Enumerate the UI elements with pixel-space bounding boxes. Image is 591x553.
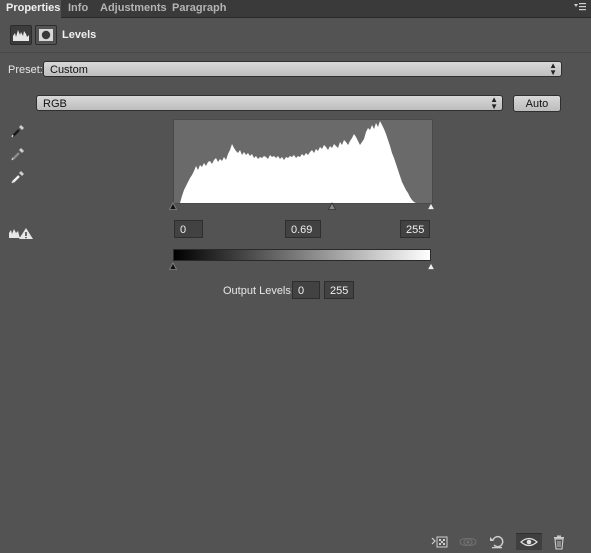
output-white-field[interactable]: 255 xyxy=(324,281,354,299)
chevron-updown-icon: ▲ ▼ xyxy=(490,95,498,111)
output-levels-label: Output Levels: xyxy=(223,285,294,297)
output-black-slider[interactable] xyxy=(169,262,177,270)
white-point-slider[interactable] xyxy=(427,202,435,210)
trash-icon[interactable] xyxy=(548,534,570,550)
tab-properties[interactable]: Properties xyxy=(0,0,61,18)
histogram-graph xyxy=(180,121,416,203)
view-previous-state-icon[interactable] xyxy=(457,534,479,550)
output-gradient-bar xyxy=(173,249,431,261)
output-white-slider[interactable] xyxy=(427,262,435,270)
panel-menu-icon[interactable] xyxy=(574,2,586,15)
panel-tab-bar: Properties Info Adjustments Paragraph xyxy=(0,0,591,18)
gamma-slider[interactable] xyxy=(328,202,336,210)
input-black-field[interactable]: 0 xyxy=(174,220,203,238)
tab-adjustments[interactable]: Adjustments xyxy=(100,0,167,17)
layer-mask-icon[interactable] xyxy=(35,25,57,45)
levels-adjustment-icon[interactable] xyxy=(10,25,32,45)
black-point-eyedropper-icon[interactable] xyxy=(10,123,26,139)
preset-label: Preset: xyxy=(8,64,43,76)
clipping-warning-icon[interactable] xyxy=(8,226,34,240)
reset-icon[interactable] xyxy=(486,534,508,550)
tab-paragraph[interactable]: Paragraph xyxy=(172,0,226,17)
preset-value: Custom xyxy=(50,64,88,76)
input-white-field[interactable]: 255 xyxy=(400,220,430,238)
gray-point-eyedropper-icon[interactable] xyxy=(10,146,26,162)
preset-select[interactable]: Custom ▲ ▼ xyxy=(43,61,562,77)
visibility-eye-icon[interactable] xyxy=(516,533,542,550)
tab-info[interactable]: Info xyxy=(68,0,88,17)
histogram xyxy=(173,119,433,204)
white-point-eyedropper-icon[interactable] xyxy=(10,169,26,185)
channel-value: RGB xyxy=(43,98,67,110)
input-gamma-field[interactable]: 0.69 xyxy=(285,220,321,238)
clip-to-layer-icon[interactable] xyxy=(429,534,451,550)
panel-title: Levels xyxy=(62,29,97,41)
chevron-updown-icon: ▲ ▼ xyxy=(549,61,557,77)
divider xyxy=(0,52,591,53)
channel-select[interactable]: RGB ▲ ▼ xyxy=(36,95,503,111)
panel-footer xyxy=(0,532,591,552)
output-black-field[interactable]: 0 xyxy=(292,281,320,299)
auto-button[interactable]: Auto xyxy=(513,95,561,112)
black-point-slider[interactable] xyxy=(169,202,177,210)
